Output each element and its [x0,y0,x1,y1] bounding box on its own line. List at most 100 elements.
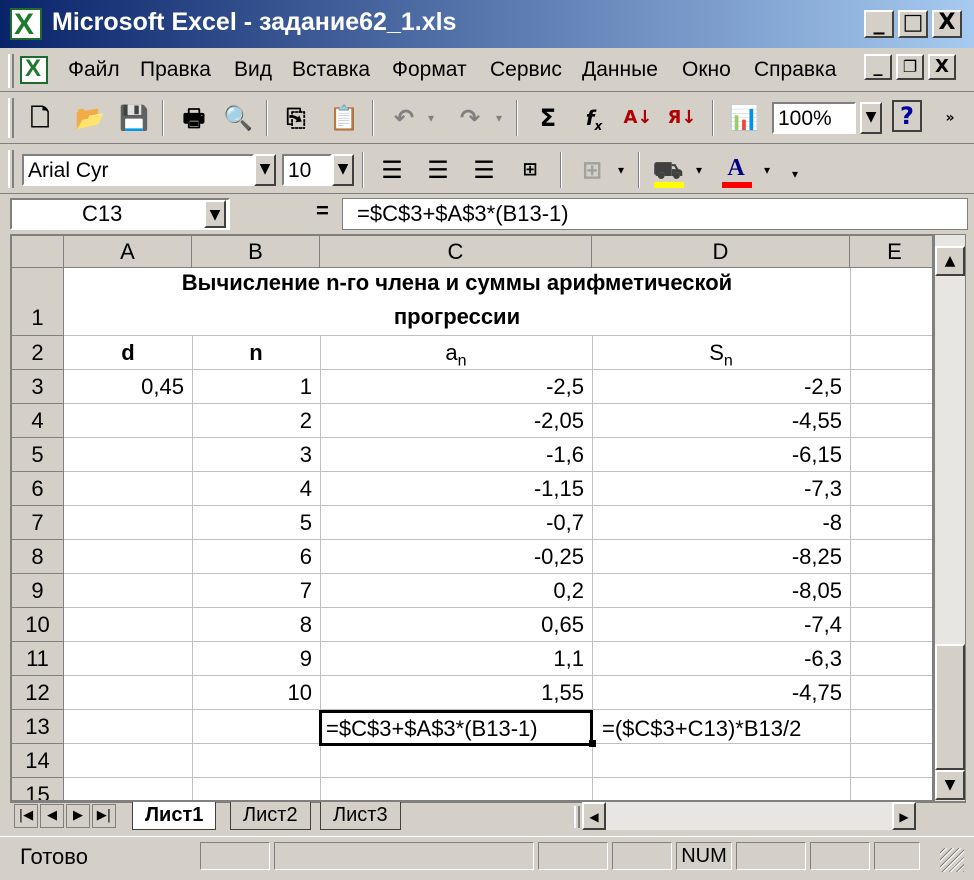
cell-n[interactable]: 2 [192,408,316,434]
formula-input[interactable]: =$C$3+$A$3*(B13-1) [342,198,968,230]
doc-minimize-button[interactable]: _ [864,54,892,80]
cell-d13-formula[interactable]: =($C$3+C13)*B13/2 [602,716,801,742]
cell-n[interactable]: 7 [192,578,316,604]
cell-sn[interactable]: -4,55 [592,408,846,434]
row-header[interactable]: 12 [12,676,64,710]
align-center-icon[interactable]: ☰ [420,152,456,188]
cell-an[interactable]: 1,55 [320,680,588,706]
merge-center-icon[interactable]: ⊞ [512,152,548,188]
cell-n[interactable]: 4 [192,476,316,502]
row-header[interactable]: 6 [12,472,64,506]
row-header[interactable]: 15 [12,778,64,800]
worksheet-grid[interactable]: A B C D E 1 2 3 4 5 6 7 8 9 10 11 12 13 … [10,234,934,802]
font-color-dropdown-icon[interactable]: ▾ [758,152,776,188]
header-d[interactable]: d [64,340,192,366]
row-header[interactable]: 14 [12,744,64,778]
row-header[interactable]: 7 [12,506,64,540]
row-header[interactable]: 5 [12,438,64,472]
menu-tools[interactable]: Сервис [490,58,562,82]
help-icon[interactable]: ? [892,100,922,132]
cell-n[interactable]: 6 [192,544,316,570]
name-box[interactable]: C13 [10,198,230,230]
font-name-combo[interactable]: Arial Cyr [22,154,254,186]
cell-sn[interactable]: -8,05 [592,578,846,604]
copy-icon[interactable]: ⎘ [278,100,314,136]
row-header[interactable]: 8 [12,540,64,574]
cell-sn[interactable]: -8,25 [592,544,846,570]
column-header-c[interactable]: C [320,236,592,268]
cell-sn[interactable]: -4,75 [592,680,846,706]
last-sheet-button[interactable]: ▶| [92,804,116,828]
row-header[interactable]: 10 [12,608,64,642]
cell-sn[interactable]: -7,4 [592,612,846,638]
scroll-down-button[interactable]: ▼ [935,770,965,800]
borders-icon[interactable]: ⊞ [574,152,610,188]
row-header[interactable]: 11 [12,642,64,676]
menu-edit[interactable]: Правка [140,58,211,82]
header-n[interactable]: n [192,340,320,366]
tab-split-handle[interactable] [574,806,580,828]
fill-handle[interactable] [589,740,596,747]
redo-dropdown-icon[interactable]: ▾ [490,100,508,136]
sort-ascending-icon[interactable]: А↓ [620,100,656,136]
cell-a3[interactable]: 0,45 [64,374,188,400]
new-document-icon[interactable]: 🗋 [22,100,58,136]
redo-icon[interactable]: ↷ [452,100,488,136]
borders-dropdown-icon[interactable]: ▾ [612,152,630,188]
doc-close-button[interactable]: X [928,54,956,80]
zoom-dropdown-arrow[interactable]: ▼ [860,102,882,134]
font-name-dropdown-arrow[interactable]: ▼ [254,154,276,186]
menu-data[interactable]: Данные [582,58,658,82]
toolbar-grip[interactable] [8,150,14,188]
cell-sn[interactable]: -7,3 [592,476,846,502]
fill-color-dropdown-icon[interactable]: ▾ [690,152,708,188]
cell-an[interactable]: -2,05 [320,408,588,434]
next-sheet-button[interactable]: ▶ [66,804,90,828]
toolbar-options-icon[interactable]: ▾ [786,156,804,192]
doc-restore-button[interactable]: ❐ [896,54,924,80]
cell-n[interactable]: 3 [192,442,316,468]
cell-n[interactable]: 10 [192,680,316,706]
toolbar-more-icon[interactable]: » [940,100,960,136]
row-header[interactable]: 3 [12,370,64,404]
scroll-left-button[interactable]: ◀ [582,802,606,830]
font-size-dropdown-arrow[interactable]: ▼ [332,154,354,186]
save-icon[interactable]: 💾 [116,100,152,136]
minimize-button[interactable]: _ [864,10,894,38]
cell-sn[interactable]: -6,3 [592,646,846,672]
menu-view[interactable]: Вид [234,58,272,82]
autosum-icon[interactable]: Σ [530,100,566,136]
font-size-combo[interactable]: 10 [282,154,332,186]
undo-dropdown-icon[interactable]: ▾ [422,100,440,136]
cell-n[interactable]: 5 [192,510,316,536]
cell-an[interactable]: -0,25 [320,544,588,570]
cell-sn[interactable]: -6,15 [592,442,846,468]
zoom-combo[interactable]: 100% [772,102,856,134]
column-header-a[interactable]: A [64,236,192,268]
cell-sn[interactable]: -2,5 [592,374,846,400]
cell-an[interactable]: -1,6 [320,442,588,468]
row-header[interactable]: 13 [12,710,64,744]
column-header-d[interactable]: D [592,236,850,268]
toolbar-grip[interactable] [8,98,14,138]
row-header[interactable]: 9 [12,574,64,608]
print-icon[interactable]: 🖶 [176,100,212,136]
cell-sn[interactable]: -8 [592,510,846,536]
row-header[interactable]: 4 [12,404,64,438]
menu-format[interactable]: Формат [392,58,467,82]
cell-n[interactable]: 9 [192,646,316,672]
header-an[interactable]: an [320,340,592,370]
scroll-right-button[interactable]: ▶ [892,802,916,830]
maximize-button[interactable]: □ [898,10,928,38]
cell-n[interactable]: 8 [192,612,316,638]
cell-an[interactable]: -0,7 [320,510,588,536]
first-sheet-button[interactable]: |◀ [14,804,38,828]
close-button[interactable]: X [932,10,962,38]
excel-app-icon[interactable] [10,8,42,42]
menu-help[interactable]: Справка [754,58,836,82]
paste-icon[interactable]: 📋 [326,100,362,136]
select-all-corner[interactable] [12,236,64,268]
cell-an[interactable]: -1,15 [320,476,588,502]
chart-wizard-icon[interactable]: 📊 [726,100,762,136]
align-left-icon[interactable]: ☰ [374,152,410,188]
